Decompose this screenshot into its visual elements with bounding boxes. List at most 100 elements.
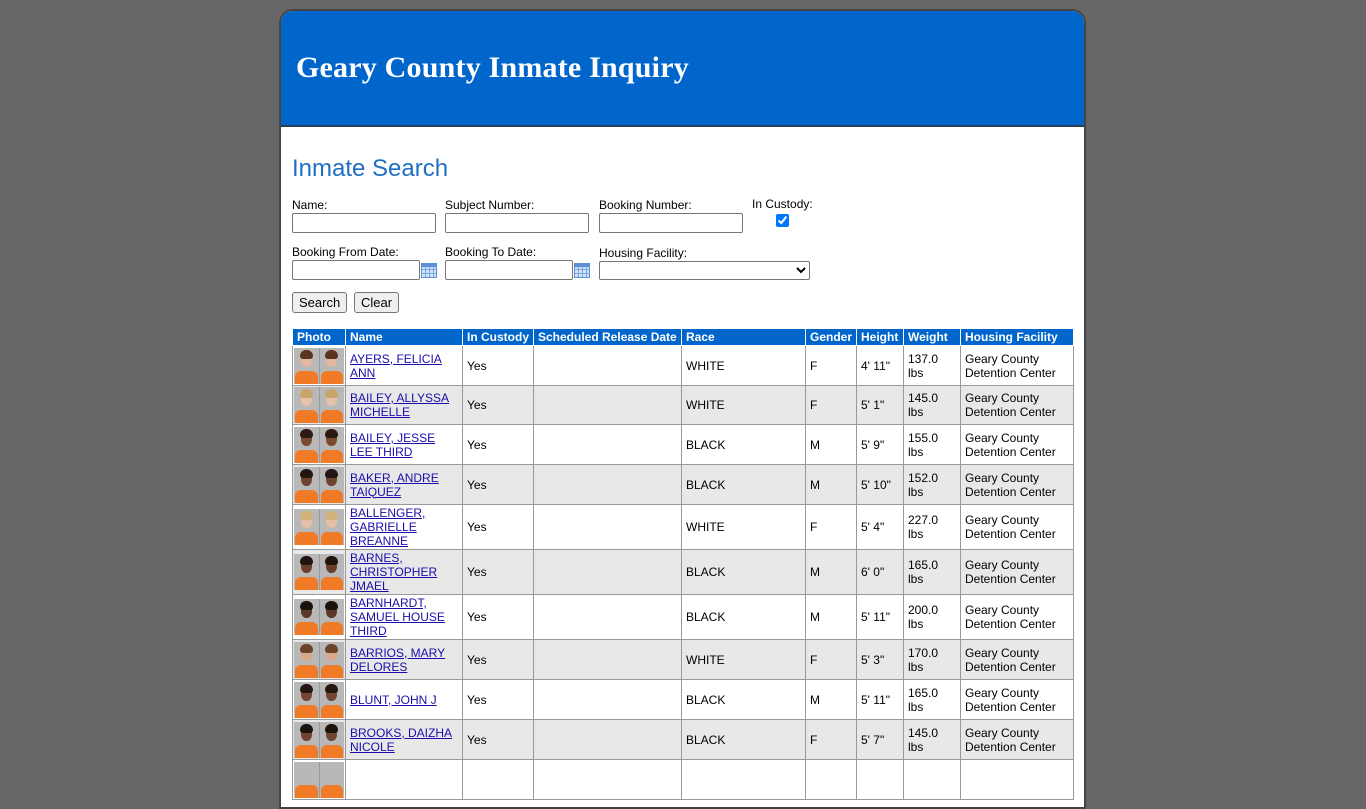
weight-cell: 227.0 lbs	[903, 504, 961, 550]
mugshot-front	[294, 681, 320, 718]
in-custody-checkbox[interactable]	[775, 214, 789, 227]
facility-cell: Geary County Detention Center	[960, 464, 1074, 505]
weight-cell: 145.0 lbs	[903, 719, 961, 760]
inmate-name-link[interactable]: BARRIOS, MARY DELORES	[350, 646, 445, 674]
inmate-name-link[interactable]: BROOKS, DAIZHA NICOLE	[350, 726, 452, 754]
booking-number-input[interactable]	[599, 213, 743, 233]
inmate-name-link[interactable]: BARNHARDT, SAMUEL HOUSE THIRD	[350, 596, 445, 638]
facility-cell: Geary County Detention Center	[960, 385, 1074, 425]
column-header[interactable]: Scheduled Release Date	[533, 328, 682, 346]
race-cell: BLACK	[681, 719, 806, 760]
mugshot-profile	[319, 761, 344, 798]
photo-cell	[292, 345, 346, 386]
name-cell: BALLENGER, GABRIELLE BREANNE	[345, 504, 463, 550]
section-title: Inmate Search	[292, 155, 449, 182]
gender-cell: F	[805, 504, 857, 550]
in-custody-cell: Yes	[462, 719, 534, 760]
race-cell: BLACK	[681, 679, 806, 720]
clear-button[interactable]: Clear	[354, 292, 400, 313]
mugshot-front	[294, 387, 320, 423]
table-row: BAILEY, ALLYSSA MICHELLE Yes WHITE F 5' 1" 14…	[292, 385, 1074, 425]
weight-cell	[903, 759, 961, 800]
name-cell: BAILEY, ALLYSSA MICHELLE	[345, 385, 463, 425]
gender-cell: F	[805, 385, 857, 425]
name-input[interactable]	[292, 213, 436, 233]
table-row: BLUNT, JOHN J Yes BLACK M 5' 11" 165.0 lbs Gea…	[292, 679, 1074, 720]
mugshot-front	[294, 466, 320, 503]
column-header[interactable]: Height	[856, 328, 904, 346]
release-date-cell	[533, 504, 682, 550]
column-header[interactable]: Photo	[292, 328, 346, 346]
name-cell: BLUNT, JOHN J	[345, 679, 463, 720]
mugshot-photo[interactable]	[294, 554, 344, 590]
release-date-cell	[533, 719, 682, 760]
mugshot-photo[interactable]	[294, 387, 344, 423]
column-header[interactable]: Weight	[903, 328, 961, 346]
facility-cell: Geary County Detention Center	[960, 549, 1074, 595]
mugshot-photo[interactable]	[294, 466, 344, 503]
mugshot-profile	[319, 426, 344, 463]
subject-number-input[interactable]	[445, 213, 589, 233]
table-row: BARRIOS, MARY DELORES Yes WHITE F 5' 3" 170.0…	[292, 639, 1074, 680]
in-custody-cell: Yes	[462, 549, 534, 595]
to-date-field-group: Booking To Date:	[445, 245, 590, 280]
race-cell: WHITE	[681, 345, 806, 386]
page-title: Geary County Inmate Inquiry	[296, 51, 689, 84]
release-date-cell	[533, 345, 682, 386]
calendar-icon[interactable]	[421, 262, 437, 278]
calendar-icon[interactable]	[574, 262, 590, 278]
column-header[interactable]: Race	[681, 328, 806, 346]
race-cell: BLACK	[681, 594, 806, 640]
photo-cell	[292, 504, 346, 550]
inmate-name-link[interactable]: AYERS, FELICIA ANN	[350, 352, 442, 380]
photo-cell	[292, 385, 346, 425]
column-header[interactable]: Housing Facility	[960, 328, 1074, 346]
booking-to-date-input[interactable]	[445, 260, 573, 280]
mugshot-photo[interactable]	[294, 761, 344, 798]
mugshot-photo[interactable]	[294, 641, 344, 678]
name-cell: BROOKS, DAIZHA NICOLE	[345, 719, 463, 760]
name-cell	[345, 759, 463, 800]
release-date-cell	[533, 424, 682, 465]
mugshot-photo[interactable]	[294, 509, 344, 545]
inmate-name-link[interactable]: BALLENGER, GABRIELLE BREANNE	[350, 506, 425, 548]
mugshot-photo[interactable]	[294, 347, 344, 384]
booking-to-date-label: Booking To Date:	[445, 245, 537, 259]
height-cell	[856, 759, 904, 800]
mugshot-photo[interactable]	[294, 681, 344, 718]
release-date-cell	[533, 594, 682, 640]
mugshot-front	[294, 761, 320, 798]
search-form: Name: Subject Number: Booking Number: In…	[292, 197, 1073, 328]
facility-cell	[960, 759, 1074, 800]
inmate-name-link[interactable]: BARNES, CHRISTOPHER JMAEL	[350, 551, 437, 593]
facility-cell: Geary County Detention Center	[960, 504, 1074, 550]
weight-cell: 137.0 lbs	[903, 345, 961, 386]
column-header[interactable]: In Custody	[462, 328, 534, 346]
height-cell: 5' 3"	[856, 639, 904, 680]
in-custody-cell: Yes	[462, 594, 534, 640]
release-date-cell	[533, 549, 682, 595]
housing-facility-select[interactable]	[599, 261, 810, 280]
gender-cell: M	[805, 464, 857, 505]
mugshot-profile	[319, 641, 344, 678]
mugshot-photo[interactable]	[294, 426, 344, 463]
gender-cell: M	[805, 679, 857, 720]
in-custody-cell: Yes	[462, 345, 534, 386]
page-container: Geary County Inmate Inquiry Inmate Searc…	[279, 9, 1086, 809]
custody-field-group: In Custody:	[752, 197, 813, 230]
facility-cell: Geary County Detention Center	[960, 679, 1074, 720]
gender-cell: M	[805, 424, 857, 465]
booking-from-date-input[interactable]	[292, 260, 420, 280]
mugshot-photo[interactable]	[294, 599, 344, 635]
search-button[interactable]: Search	[292, 292, 348, 313]
inmate-name-link[interactable]: BAILEY, JESSE LEE THIRD	[350, 431, 435, 459]
column-header[interactable]: Name	[345, 328, 463, 346]
mugshot-profile	[319, 509, 344, 545]
inmate-name-link[interactable]: BAKER, ANDRE TAIQUEZ	[350, 471, 439, 499]
height-cell: 5' 4"	[856, 504, 904, 550]
mugshot-profile	[319, 554, 344, 590]
inmate-name-link[interactable]: BAILEY, ALLYSSA MICHELLE	[350, 391, 449, 419]
column-header[interactable]: Gender	[805, 328, 857, 346]
inmate-name-link[interactable]: BLUNT, JOHN J	[350, 693, 437, 707]
mugshot-photo[interactable]	[294, 721, 344, 758]
